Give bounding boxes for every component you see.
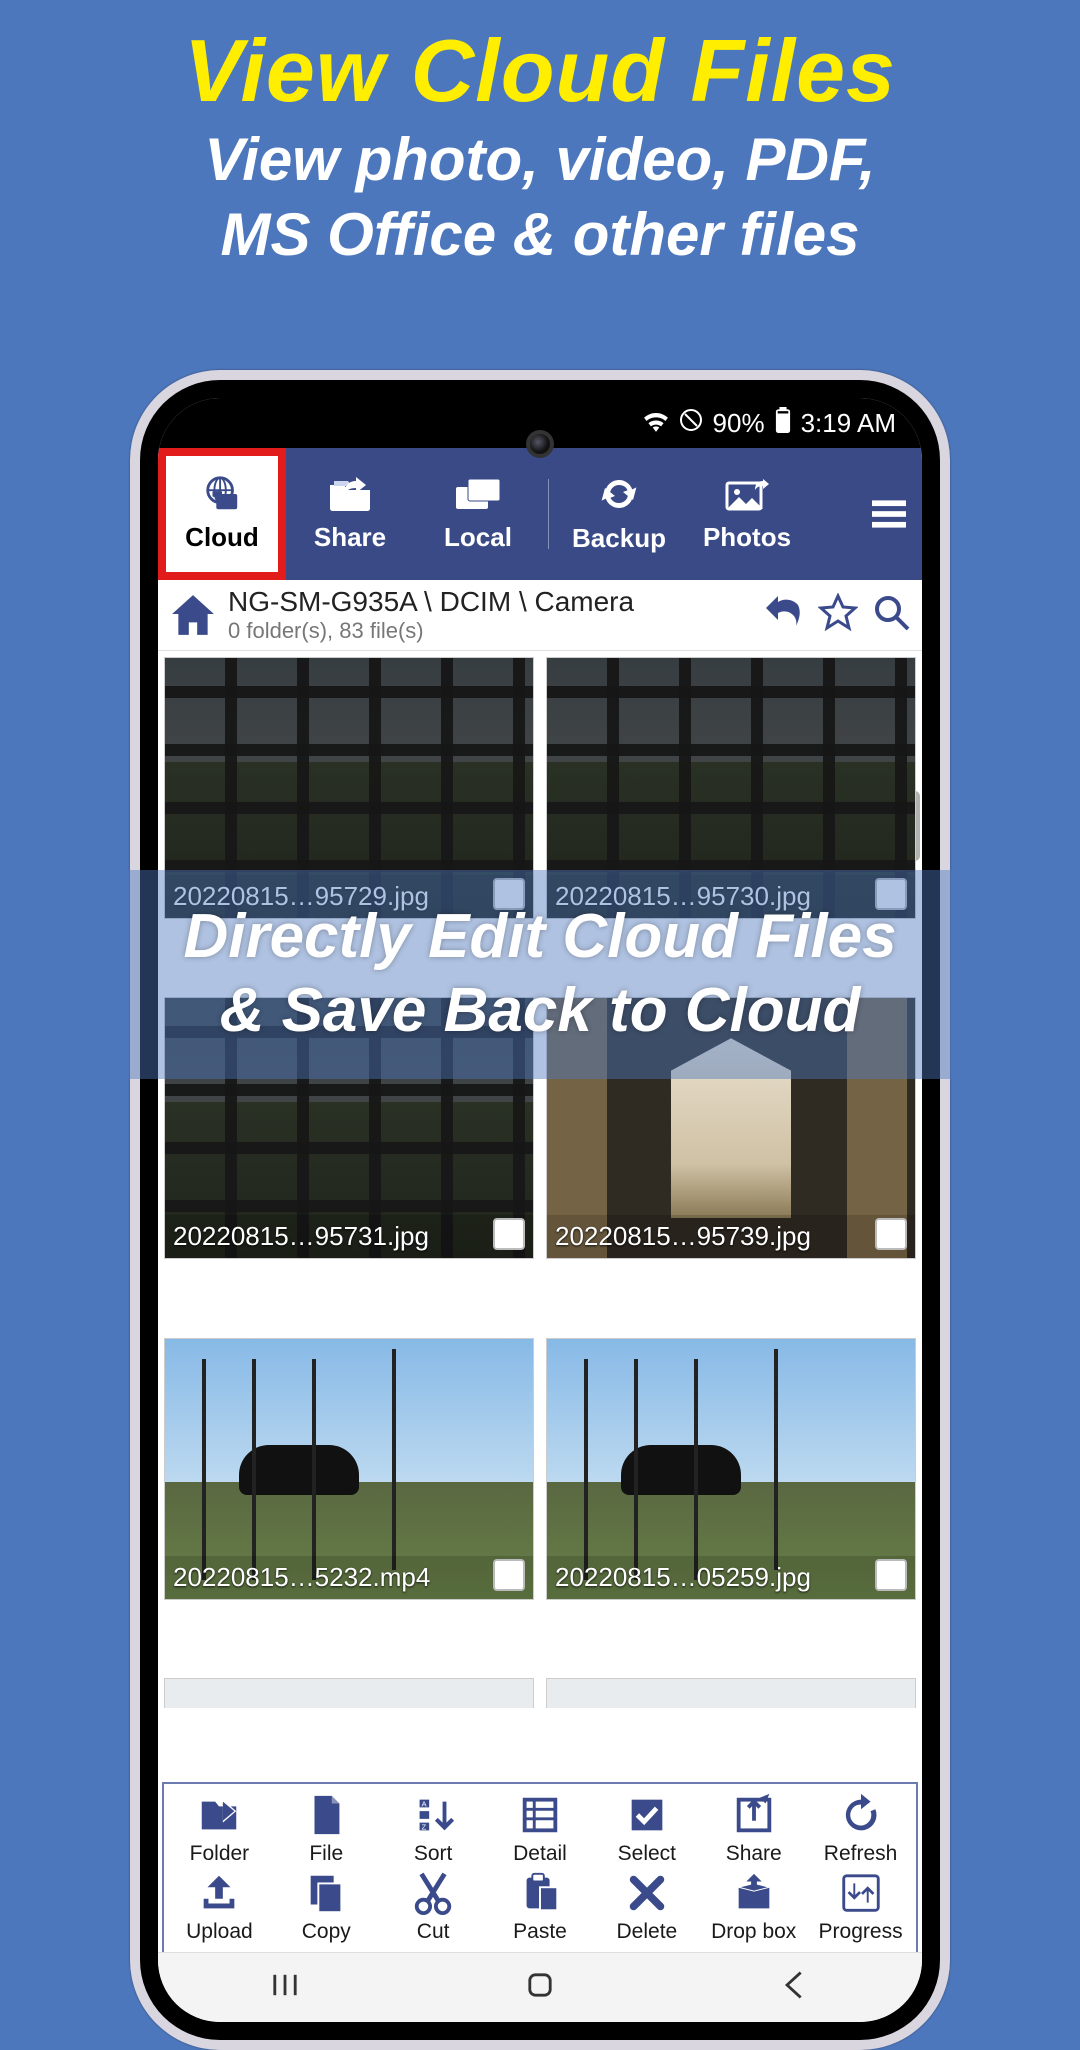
- tool-select[interactable]: Select: [593, 1792, 700, 1866]
- tab-divider: [548, 479, 549, 549]
- status-time: 3:19 AM: [801, 408, 896, 439]
- tab-cloud[interactable]: Cloud: [158, 448, 286, 580]
- tab-backup[interactable]: Backup: [555, 448, 683, 580]
- tab-cloud-label: Cloud: [185, 522, 259, 553]
- tool-folder[interactable]: Folder: [166, 1792, 273, 1866]
- battery-icon: [775, 407, 791, 440]
- path-text: NG-SM-G935A \ DCIM \ Camera 0 folder(s),…: [228, 586, 754, 644]
- tab-share[interactable]: Share: [286, 448, 414, 580]
- local-folders-icon: [454, 475, 502, 518]
- file-item[interactable]: [164, 1678, 534, 1708]
- select-checkbox[interactable]: [875, 1559, 907, 1591]
- file-grid[interactable]: 20220815…95729.jpg 20220815…95730.jpg 20…: [158, 651, 922, 1774]
- select-checkbox[interactable]: [875, 1218, 907, 1250]
- promo-banner-line1: Directly Edit Cloud Files: [0, 900, 1080, 974]
- file-name: 20220815…95731.jpg: [173, 1221, 429, 1252]
- select-checkbox[interactable]: [493, 1218, 525, 1250]
- tool-paste[interactable]: Paste: [487, 1870, 594, 1944]
- photos-icon: [723, 475, 771, 518]
- tool-upload[interactable]: Upload: [166, 1870, 273, 1944]
- back-button[interactable]: [764, 593, 804, 638]
- top-tab-bar: Cloud Share Local: [158, 448, 922, 580]
- folder-summary: 0 folder(s), 83 file(s): [228, 618, 754, 644]
- tool-copy-label: Copy: [302, 1920, 351, 1944]
- tool-share[interactable]: Share: [700, 1792, 807, 1866]
- tool-cut-label: Cut: [417, 1920, 450, 1944]
- svg-text:A: A: [422, 1799, 428, 1808]
- tab-photos[interactable]: Photos: [683, 448, 811, 580]
- menu-button[interactable]: [862, 448, 916, 580]
- nav-home[interactable]: [523, 1968, 557, 2007]
- phone-bezel: 90% 3:19 AM Cloud Share: [140, 380, 940, 2040]
- tool-share-label: Share: [726, 1842, 782, 1866]
- promo-title: View Cloud Files: [0, 0, 1080, 122]
- svg-text:Z: Z: [422, 1822, 427, 1831]
- tool-delete[interactable]: Delete: [593, 1870, 700, 1944]
- tab-share-label: Share: [314, 522, 386, 553]
- tool-detail-label: Detail: [513, 1842, 567, 1866]
- tab-backup-label: Backup: [572, 523, 666, 554]
- tool-progress[interactable]: Progress: [807, 1870, 914, 1944]
- file-item[interactable]: 20220815…5232.mp4: [164, 1338, 534, 1600]
- screen: 90% 3:19 AM Cloud Share: [158, 398, 922, 2022]
- breadcrumb[interactable]: NG-SM-G935A \ DCIM \ Camera: [228, 586, 754, 618]
- promo-banner-line2: & Save Back to Cloud: [0, 974, 1080, 1048]
- promo-subtitle-line2: MS Office & other files: [10, 197, 1070, 272]
- tool-folder-label: Folder: [190, 1842, 250, 1866]
- select-checkbox[interactable]: [493, 1559, 525, 1591]
- tool-upload-label: Upload: [186, 1920, 253, 1944]
- no-sim-icon: [679, 408, 703, 439]
- tool-sort[interactable]: A Z Sort: [380, 1792, 487, 1866]
- tool-refresh-label: Refresh: [824, 1842, 898, 1866]
- battery-percent: 90%: [713, 408, 765, 439]
- wifi-icon: [643, 408, 669, 439]
- home-button[interactable]: [168, 593, 218, 637]
- tool-file[interactable]: File: [273, 1792, 380, 1866]
- file-name: 20220815…95739.jpg: [555, 1221, 811, 1252]
- file-item[interactable]: 20220815…05259.jpg: [546, 1338, 916, 1600]
- front-camera: [526, 430, 554, 458]
- tool-select-label: Select: [618, 1842, 676, 1866]
- cloud-icon: [199, 475, 245, 518]
- nav-recents[interactable]: [268, 1968, 302, 2007]
- android-navbar: [158, 1952, 922, 2022]
- tab-photos-label: Photos: [703, 522, 791, 553]
- tool-detail[interactable]: Detail: [487, 1792, 594, 1866]
- share-folder-icon: [326, 475, 374, 518]
- favorite-button[interactable]: [818, 593, 858, 638]
- tool-dropbox-label: Drop box: [711, 1920, 796, 1944]
- tool-dropbox[interactable]: Drop box: [700, 1870, 807, 1944]
- tab-local-label: Local: [444, 522, 512, 553]
- promo-subtitle-line1: View photo, video, PDF,: [10, 122, 1070, 197]
- tool-copy[interactable]: Copy: [273, 1870, 380, 1944]
- tool-cut[interactable]: Cut: [380, 1870, 487, 1944]
- tool-refresh[interactable]: Refresh: [807, 1792, 914, 1866]
- tool-sort-label: Sort: [414, 1842, 453, 1866]
- file-name: 20220815…05259.jpg: [555, 1562, 811, 1593]
- nav-back[interactable]: [778, 1968, 812, 2007]
- promo-banner: Directly Edit Cloud Files & Save Back to…: [0, 870, 1080, 1079]
- tool-file-label: File: [309, 1842, 343, 1866]
- tool-paste-label: Paste: [513, 1920, 567, 1944]
- backup-sync-icon: [597, 474, 641, 519]
- phone-frame: 90% 3:19 AM Cloud Share: [130, 370, 950, 2050]
- tool-progress-label: Progress: [819, 1920, 903, 1944]
- path-bar: NG-SM-G935A \ DCIM \ Camera 0 folder(s),…: [158, 580, 922, 651]
- file-name: 20220815…5232.mp4: [173, 1562, 430, 1593]
- tab-local[interactable]: Local: [414, 448, 542, 580]
- file-item[interactable]: [546, 1678, 916, 1708]
- promo-subtitle: View photo, video, PDF, MS Office & othe…: [0, 122, 1080, 272]
- tool-delete-label: Delete: [617, 1920, 678, 1944]
- search-button[interactable]: [872, 593, 912, 638]
- bottom-toolbar: Folder File A Z Sort Detail Select: [162, 1782, 918, 1952]
